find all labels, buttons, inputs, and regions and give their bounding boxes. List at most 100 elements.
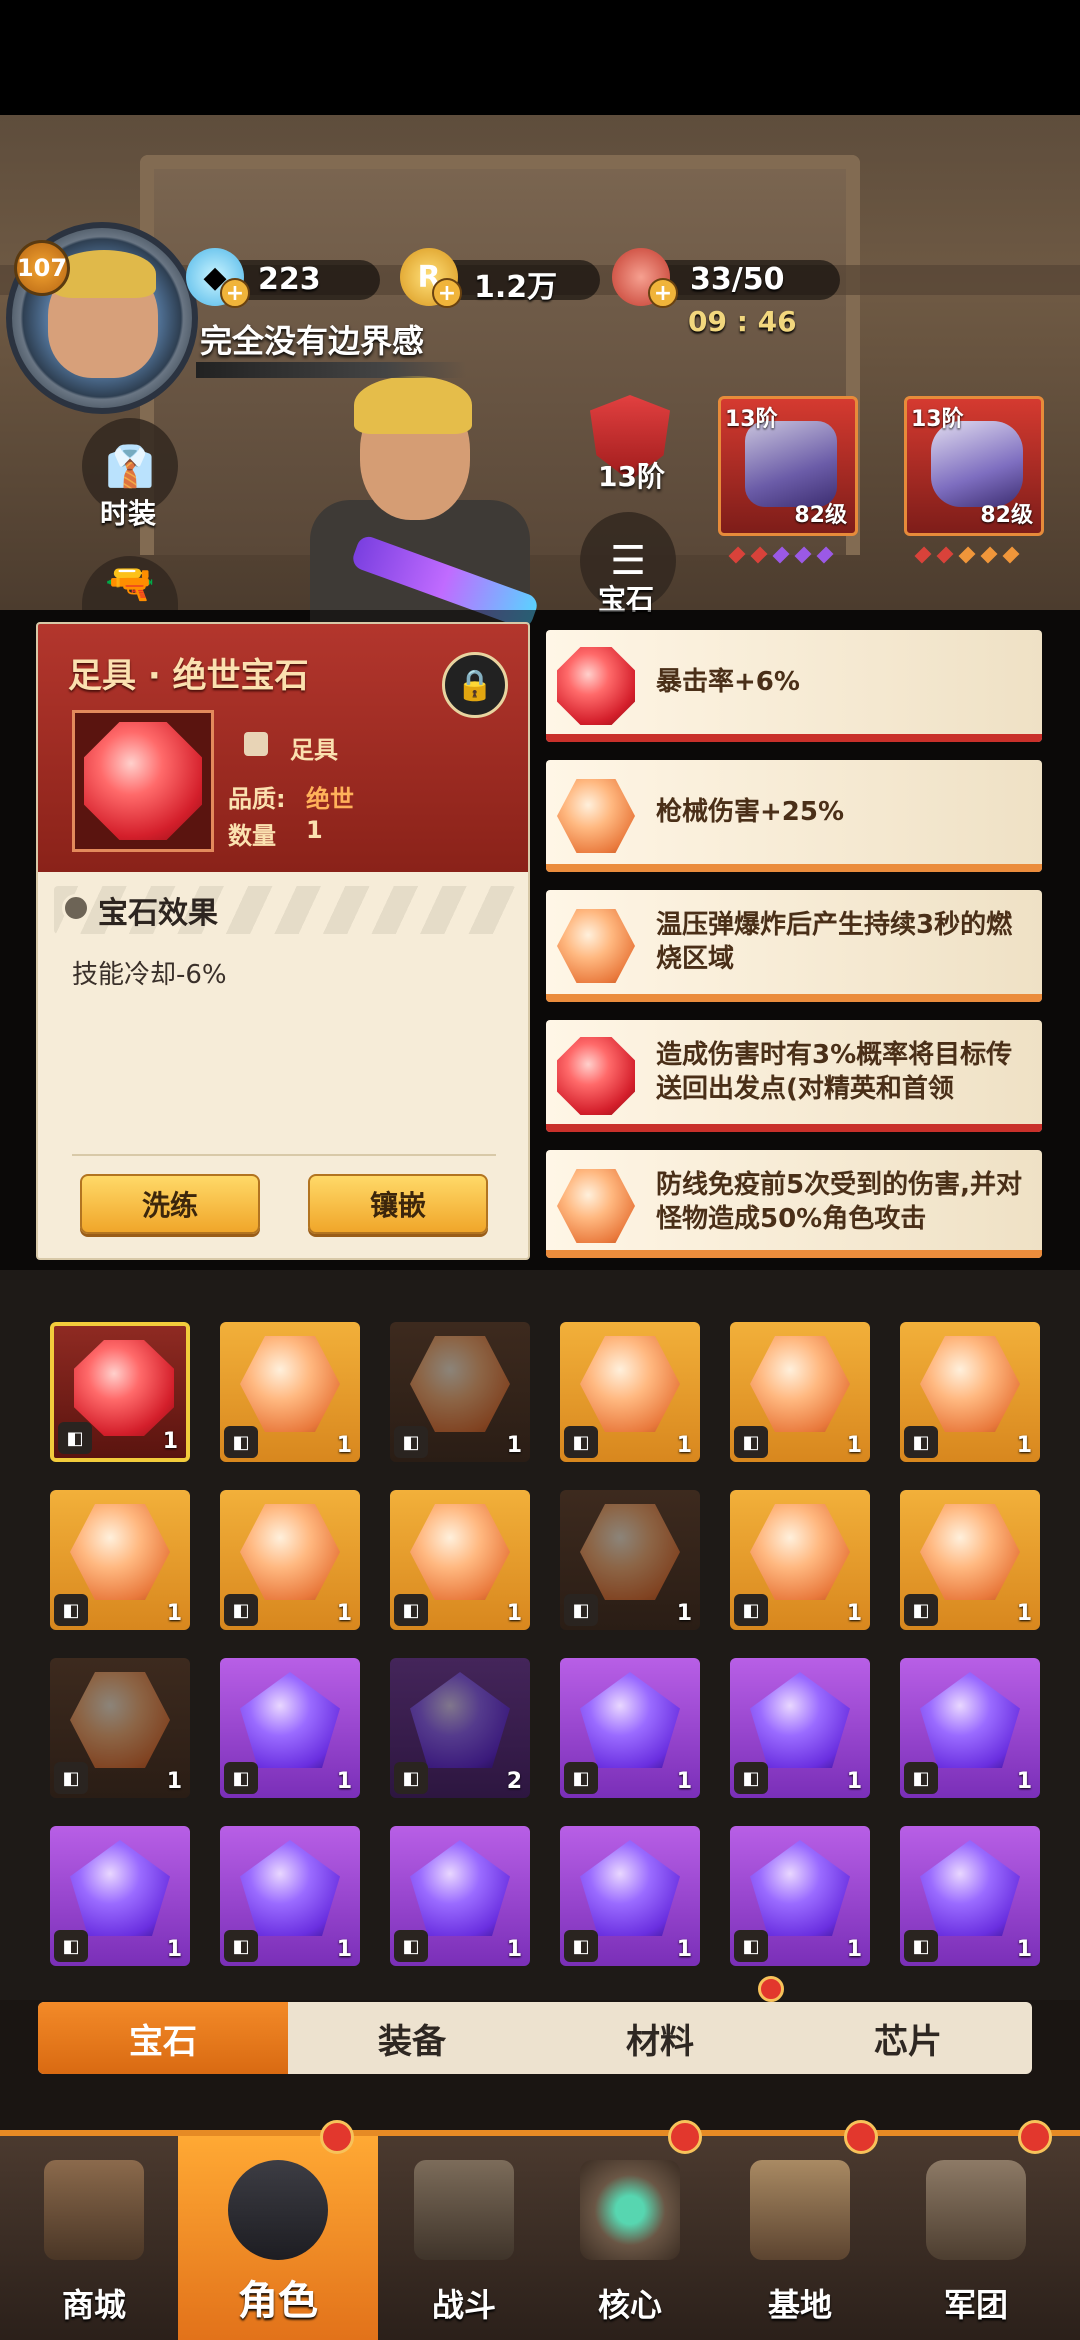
- add-gems-button[interactable]: +: [220, 278, 250, 308]
- effect-title: 宝石效果: [98, 896, 218, 931]
- inventory-slot[interactable]: ◧ 1: [730, 1658, 870, 1798]
- orange-gem-icon: [920, 1504, 1020, 1600]
- slot-count: 1: [506, 1601, 522, 1626]
- gun-icon: 🔫: [105, 560, 155, 607]
- effect-row: 温压弹爆炸后产生持续3秒的燃烧区域: [546, 890, 1042, 1002]
- equip-card-helmet[interactable]: 13阶 82级: [718, 396, 858, 536]
- inventory-slot[interactable]: ◧ 1: [390, 1322, 530, 1462]
- tab-material[interactable]: 材料: [536, 2002, 784, 2074]
- inventory-slot[interactable]: ◧ 1: [900, 1322, 1040, 1462]
- purple-gem-icon: [920, 1672, 1020, 1768]
- armor-icon: [931, 421, 1023, 507]
- coins-count: 1.2万: [474, 270, 558, 305]
- hero-hair: [354, 376, 472, 434]
- nav-label: 基地: [767, 2286, 832, 2324]
- slot-count: 1: [846, 1769, 862, 1794]
- count-value: 1: [306, 816, 323, 844]
- slot-count: 1: [162, 1429, 178, 1454]
- slot-count: 1: [166, 1601, 182, 1626]
- inventory-slot[interactable]: ◧ 1: [560, 1826, 700, 1966]
- slot-count: 1: [846, 1433, 862, 1458]
- inventory-slot[interactable]: ◧ 1: [220, 1658, 360, 1798]
- inventory-slot[interactable]: ◧ 1: [220, 1490, 360, 1630]
- nav-base[interactable]: 基地: [716, 2136, 884, 2340]
- inventory-slot[interactable]: ◧ 1: [220, 1322, 360, 1462]
- tab-chip[interactable]: 芯片: [784, 2002, 1032, 2074]
- nav-badge: [668, 2120, 702, 2154]
- purple-gem-icon: [410, 1672, 510, 1768]
- costume-icon: 👔: [105, 443, 155, 490]
- effect-row: 造成伤害时有3%概率将目标传送回出发点(对精英和首领: [546, 1020, 1042, 1132]
- tab-gem[interactable]: 宝石: [38, 2002, 288, 2074]
- tab-equipment[interactable]: 装备: [288, 2002, 536, 2074]
- slot-count: 2: [506, 1769, 522, 1794]
- status-bar-area: [0, 0, 1080, 115]
- divider: [72, 1154, 496, 1156]
- nav-shop[interactable]: 商城: [10, 2136, 178, 2340]
- add-stamina-button[interactable]: +: [648, 278, 678, 308]
- quality-value: 绝世: [306, 785, 354, 813]
- effect-row: 防线免疫前5次受到的伤害,并对怪物造成50%角色攻击: [546, 1150, 1042, 1258]
- gem-detail-card: 足具 · 绝世宝石 🔒 足具 品质: 绝世 数量 1 宝石效果 技能冷却-6% …: [36, 622, 530, 1260]
- inventory-slot[interactable]: ◧ 1: [560, 1658, 700, 1798]
- add-coins-button[interactable]: +: [432, 278, 462, 308]
- nav-label: 军团: [943, 2286, 1008, 2324]
- inventory-slot[interactable]: ◧ 1: [50, 1826, 190, 1966]
- inventory-slot[interactable]: ◧ 1: [50, 1490, 190, 1630]
- slot-count: 1: [336, 1937, 352, 1962]
- nav-label: 核心: [597, 2286, 662, 2324]
- orange-gem-icon: [70, 1504, 170, 1600]
- inventory-slot[interactable]: ◧ 1: [390, 1826, 530, 1966]
- purple-gem-icon: [580, 1840, 680, 1936]
- nav-legion[interactable]: 军团: [892, 2136, 1060, 2340]
- inventory-slot[interactable]: ◧ 1: [50, 1658, 190, 1798]
- equip-card-armor[interactable]: 13阶 82级: [904, 396, 1044, 536]
- nav-badge: [1018, 2120, 1052, 2154]
- core-icon: [580, 2160, 680, 2260]
- nav-battle[interactable]: 战斗: [380, 2136, 548, 2340]
- slot-count: 1: [336, 1601, 352, 1626]
- orange-gem-icon: [557, 779, 635, 853]
- boot-icon: ◧: [224, 1930, 258, 1962]
- inventory-slot[interactable]: ◧ 1: [560, 1490, 700, 1630]
- inventory-slot[interactable]: ◧ 1: [220, 1826, 360, 1966]
- boot-icon: ◧: [734, 1762, 768, 1794]
- inventory-slot[interactable]: ◧ 1: [730, 1322, 870, 1462]
- knife-icon: ◧: [734, 1930, 768, 1962]
- inventory-tabs: 宝石 装备 材料 芯片: [38, 2002, 1032, 2074]
- count-label: 数量: [228, 822, 276, 850]
- slot-count: 1: [1016, 1769, 1032, 1794]
- inventory-slot[interactable]: ◧ 1: [900, 1490, 1040, 1630]
- player-level-badge: 107: [14, 240, 70, 296]
- quality-label: 品质:: [228, 785, 286, 813]
- hero-character: [290, 376, 550, 640]
- effect-row-text: 防线免疫前5次受到的伤害,并对怪物造成50%角色攻击: [656, 1170, 1022, 1234]
- boot-icon: ◧: [734, 1426, 768, 1458]
- equip-tier: 13阶: [911, 407, 964, 432]
- inventory-slot[interactable]: ◧ 2: [390, 1658, 530, 1798]
- equip-gem-sockets: [914, 546, 1020, 568]
- boot-icon: ◧: [394, 1426, 428, 1458]
- nav-core[interactable]: 核心: [546, 2136, 714, 2340]
- reroll-button[interactable]: 洗练: [80, 1174, 260, 1234]
- orange-gem-icon: [70, 1672, 170, 1768]
- helmet-icon: ◧: [394, 1762, 428, 1794]
- stamina-count: 33/50: [690, 262, 785, 297]
- nav-character[interactable]: 角色: [178, 2136, 378, 2340]
- inventory-slot[interactable]: ◧ 1: [900, 1658, 1040, 1798]
- detail-slot: 足具: [290, 736, 338, 764]
- slot-count: 1: [166, 1937, 182, 1962]
- legion-emblem-icon: [926, 2160, 1026, 2260]
- inventory-slot[interactable]: ◧ 1: [730, 1826, 870, 1966]
- inventory-slot[interactable]: ◧ 1: [50, 1322, 190, 1462]
- inventory-slot[interactable]: ◧ 1: [560, 1322, 700, 1462]
- inventory-slot[interactable]: ◧ 1: [390, 1490, 530, 1630]
- costume-label: 时装: [100, 497, 157, 530]
- inlay-button[interactable]: 镶嵌: [308, 1174, 488, 1234]
- lock-button[interactable]: 🔒: [442, 652, 508, 718]
- knife-icon: ◧: [394, 1594, 428, 1626]
- inventory-slot[interactable]: ◧ 1: [730, 1490, 870, 1630]
- slot-count: 1: [166, 1769, 182, 1794]
- inventory-slot[interactable]: ◧ 1: [900, 1826, 1040, 1966]
- base-tower-icon: [750, 2160, 850, 2260]
